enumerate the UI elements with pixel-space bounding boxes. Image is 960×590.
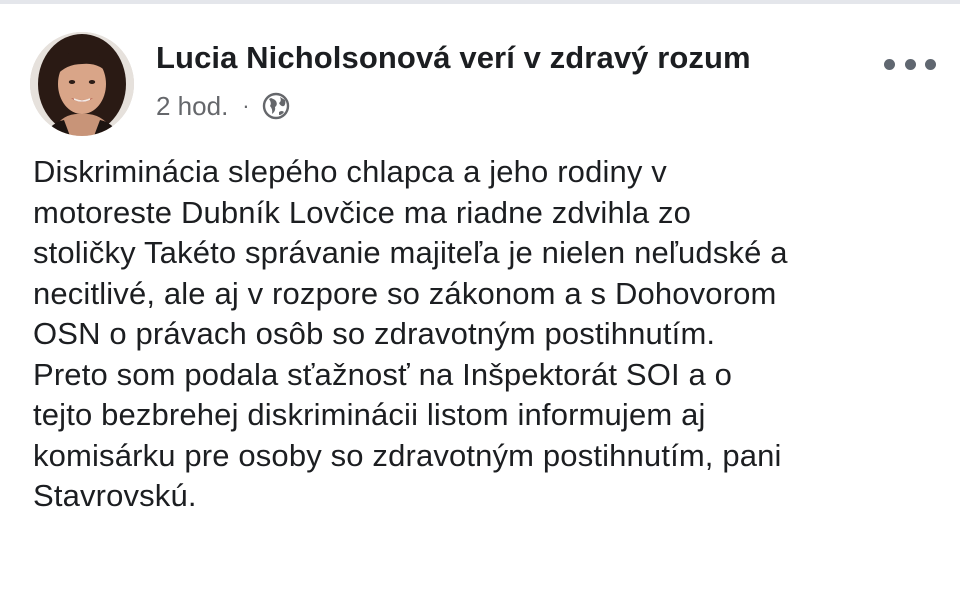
post-time[interactable]: 2 hod. [156,91,228,122]
post-text-line: stoličky Takéto správanie majiteľa je ni… [33,235,788,270]
post-text: Diskriminácia slepého chlapca a jeho rod… [33,152,933,517]
avatar-photo [30,32,134,136]
dot-icon [904,58,916,70]
post-meta: 2 hod. · [156,88,290,124]
author-name[interactable]: Lucia Nicholsonová verí v zdravý rozum [156,40,751,76]
more-options-icon[interactable] [884,52,936,76]
meta-separator: · [242,93,250,118]
post-text-line: motoreste Dubník Lovčice ma riadne zdvih… [33,194,692,230]
post-text-line: OSN o právach osôb so zdravotným postihn… [33,316,716,351]
post-text-line: tejto bezbrehej diskriminácii listom inf… [33,397,706,432]
dot-icon [884,58,895,70]
globe-icon[interactable] [262,92,290,120]
dot-icon [925,58,936,70]
avatar[interactable] [30,32,134,136]
post-text-line: necitlivé, ale aj v rozpore so zákonom a… [33,275,777,311]
post-text-line: Diskriminácia slepého chlapca a jeho rod… [33,154,667,189]
post-text-line: Stavrovskú. [33,478,197,513]
facebook-post: Lucia Nicholsonová verí v zdravý rozum 2… [0,0,960,590]
post-text-line: komisárku pre osoby so zdravotným postih… [33,437,782,473]
post-text-line: Preto som podala sťažnosť na Inšpektorát… [33,356,733,392]
